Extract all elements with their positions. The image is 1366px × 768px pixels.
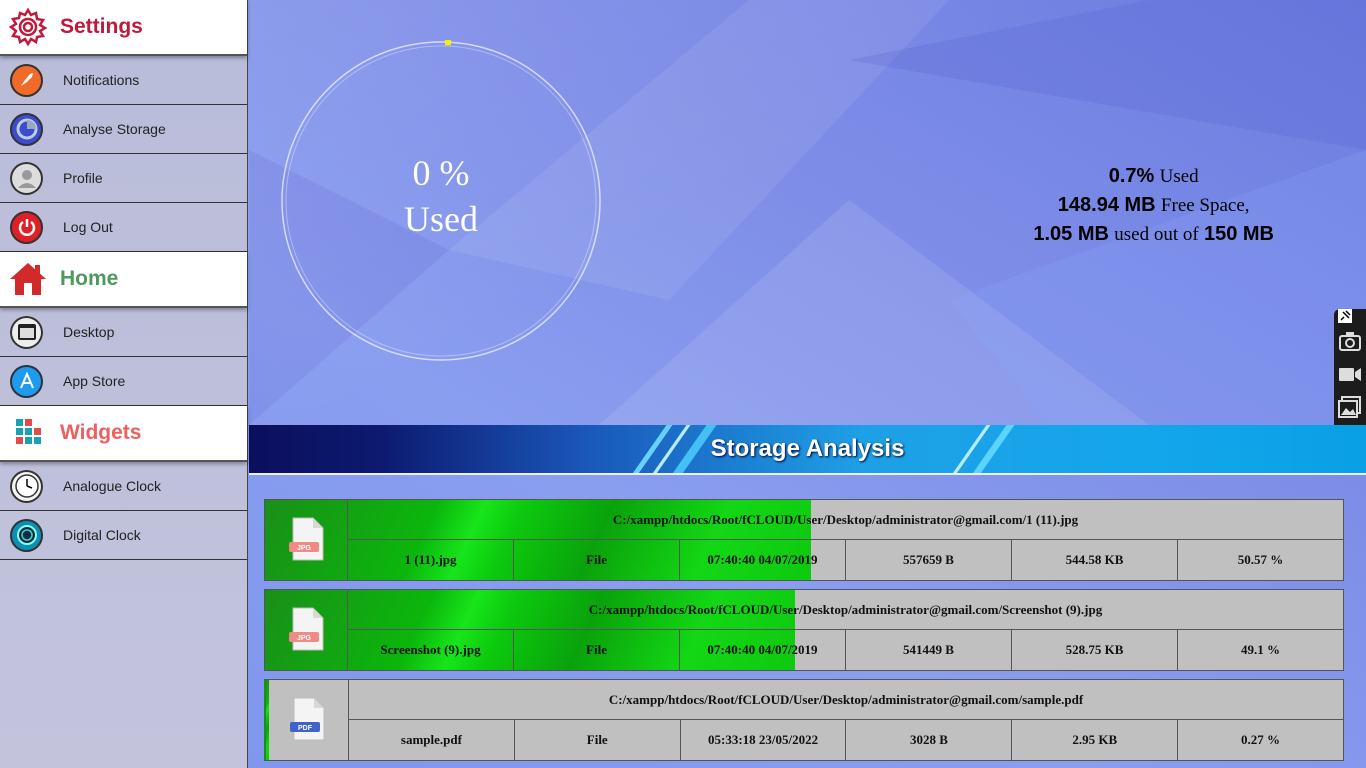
file-ext-label: JPG (297, 635, 312, 642)
usage-gauge-label: 0 % Used (280, 150, 602, 242)
file-icon-cell: JPG (265, 500, 348, 580)
home-title: Home (60, 267, 119, 290)
digital-clock-icon (10, 518, 43, 552)
file-bytes: 557659 B (846, 540, 1012, 580)
storage-chart-icon (10, 112, 43, 146)
house-icon (10, 263, 46, 295)
file-modified: 07:40:40 04/07/2019 (680, 540, 846, 580)
user-icon (10, 161, 43, 195)
sidebar-item-label: App Store (63, 373, 126, 389)
file-icon-cell: JPG (265, 590, 348, 670)
sidebar-item-label: Analyse Storage (63, 121, 166, 137)
sidebar-item-label: Analogue Clock (63, 478, 162, 494)
gauge-used: Used (404, 199, 478, 239)
used-word: Used (1159, 166, 1199, 187)
file-size: 2.95 KB (1012, 720, 1179, 760)
settings-title: Settings (60, 15, 143, 38)
file-ext-label: PDF (298, 725, 313, 732)
file-name: 1 (11).jpg (348, 540, 514, 580)
file-percent: 49.1 % (1241, 642, 1280, 657)
sidebar-item-logout[interactable]: Log Out (0, 203, 247, 252)
file-modified: 05:33:18 23/05/2022 (681, 720, 847, 760)
file-size: 544.58 KB (1012, 540, 1178, 580)
used-percent: 0.7% (1108, 165, 1155, 187)
pdf-file-icon: PDF (290, 697, 325, 741)
file-ext-label: JPG (297, 545, 312, 552)
widgets-title: Widgets (60, 421, 142, 444)
free-word: Free Space, (1160, 195, 1250, 216)
file-path: C:/xampp/htdocs/Root/fCLOUD/User/Desktop… (349, 680, 1343, 720)
sidebar-item-label: Log Out (63, 219, 113, 235)
gallery-icon[interactable] (1338, 395, 1362, 419)
usage-summary: 0.7% Used 148.94 MB Free Space, 1.05 MB … (1033, 162, 1274, 249)
sidebar-item-analogue-clock[interactable]: Analogue Clock (0, 462, 247, 511)
sidebar-item-digital-clock[interactable]: Digital Clock (0, 511, 247, 560)
file-name: sample.pdf (349, 720, 515, 760)
camera-icon[interactable] (1338, 329, 1362, 353)
app-store-icon (10, 364, 43, 398)
usage-gauge-marker (445, 40, 451, 46)
file-modified: 07:40:40 04/07/2019 (680, 630, 846, 670)
sidebar-item-label: Notifications (63, 72, 140, 88)
file-row[interactable]: JPG C:/xampp/htdocs/Root/fCLOUD/User/Des… (264, 589, 1344, 671)
file-name: Screenshot (9).jpg (348, 630, 514, 670)
home-header[interactable]: Home (0, 252, 247, 308)
sidebar-item-label: Digital Clock (63, 527, 141, 543)
power-icon (10, 210, 43, 244)
used-out-of: used out of (1114, 224, 1199, 245)
file-type: File (514, 630, 680, 670)
video-icon[interactable] (1338, 362, 1362, 386)
gauge-percent: 0 % (412, 153, 470, 193)
file-row[interactable]: PDF C:/xampp/htdocs/Root/fCLOUD/User/Des… (264, 679, 1344, 761)
file-percent: 50.57 % (1237, 552, 1284, 567)
file-bytes: 541449 B (846, 630, 1012, 670)
free-space: 148.94 MB (1057, 194, 1156, 216)
sidebar-item-desktop[interactable]: Desktop (0, 308, 247, 357)
sidebar: Settings Notifications Analyse Storage P… (0, 0, 248, 768)
file-type: File (514, 540, 680, 580)
pin-icon[interactable] (1338, 309, 1352, 323)
file-size: 528.75 KB (1012, 630, 1178, 670)
sidebar-item-notifications[interactable]: Notifications (0, 56, 247, 105)
sidebar-item-app-store[interactable]: App Store (0, 357, 247, 406)
sidebar-item-analyse-storage[interactable]: Analyse Storage (0, 105, 247, 154)
used-amount: 1.05 MB (1033, 223, 1109, 245)
sidebar-item-profile[interactable]: Profile (0, 154, 247, 203)
file-percent: 0.27 % (1241, 732, 1281, 747)
sidebar-item-label: Profile (63, 170, 103, 186)
jpg-file-icon: JPG (289, 517, 324, 561)
file-row[interactable]: JPG C:/xampp/htdocs/Root/fCLOUD/User/Des… (264, 499, 1344, 581)
total-space: 150 MB (1203, 223, 1274, 245)
file-type: File (515, 720, 681, 760)
desktop-icon (10, 315, 43, 349)
sidebar-item-label: Desktop (63, 324, 115, 340)
banner-title: Storage Analysis (710, 435, 905, 462)
file-path: C:/xampp/htdocs/Root/fCLOUD/User/Desktop… (348, 500, 1343, 540)
file-path: C:/xampp/htdocs/Root/fCLOUD/User/Desktop… (348, 590, 1343, 630)
storage-analysis-banner: Storage Analysis (249, 425, 1366, 475)
file-bytes: 3028 B (846, 720, 1013, 760)
widgets-grid-icon (16, 419, 41, 444)
jpg-file-icon: JPG (289, 607, 324, 651)
settings-header[interactable]: Settings (0, 0, 247, 56)
gear-icon (8, 7, 48, 47)
file-icon-cell: PDF (266, 680, 349, 760)
widgets-header[interactable]: Widgets (0, 406, 247, 462)
rocket-icon (10, 63, 43, 97)
analogue-clock-icon (10, 469, 43, 503)
